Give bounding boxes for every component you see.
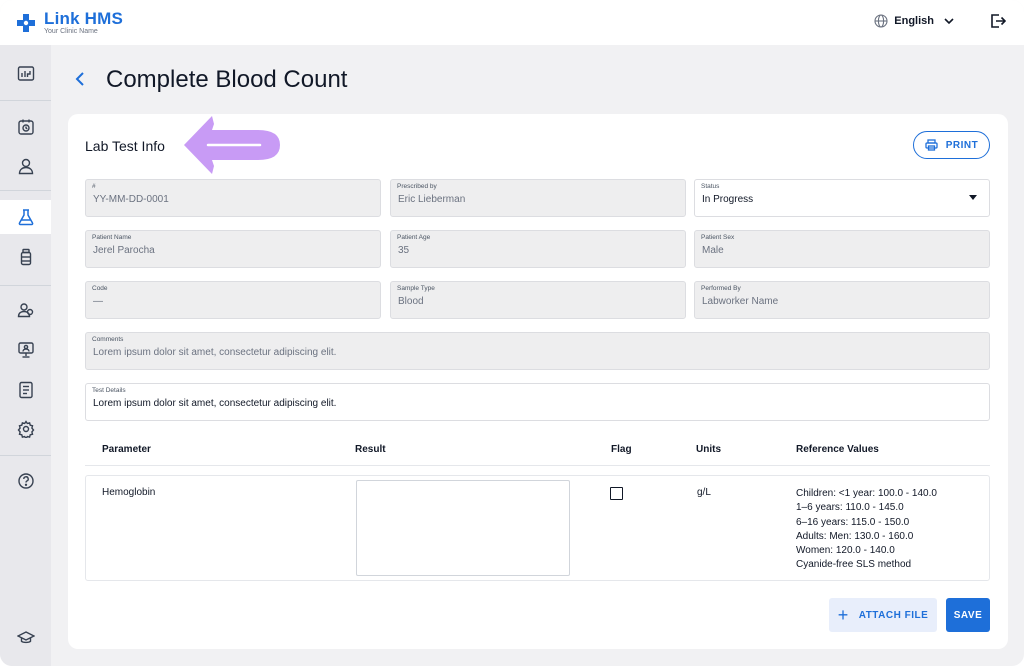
medical-cross-icon	[16, 13, 36, 33]
attach-file-button[interactable]: + ATTACH FILE	[829, 598, 937, 632]
lab-flask-icon[interactable]	[0, 200, 51, 234]
chevron-down-icon	[944, 17, 954, 25]
help-icon[interactable]	[0, 464, 51, 498]
comments-field: Comments Lorem ipsum dolor sit amet, con…	[85, 332, 990, 370]
plus-icon: +	[837, 605, 849, 625]
prescribed-by-value: Eric Lieberman	[398, 194, 466, 205]
parameter-cell: Hemoglobin	[102, 487, 156, 498]
patient-age-value: 35	[398, 245, 410, 256]
sample-type-field: Sample Type Blood	[390, 281, 686, 319]
logout-icon[interactable]	[990, 13, 1006, 29]
sample-type-label: Sample Type	[397, 285, 435, 292]
performed-by-field: Performed By Labworker Name	[694, 281, 990, 319]
patient-icon[interactable]	[0, 149, 51, 183]
academy-icon[interactable]	[0, 621, 51, 655]
lab-test-card: Lab Test Info PRINT # YY-MM-DD-0001 Pres…	[68, 114, 1008, 649]
back-chevron-icon[interactable]	[72, 70, 88, 88]
patient-name-label: Patient Name	[92, 234, 132, 241]
reference-line: Women: 120.0 - 140.0	[796, 545, 895, 557]
units-cell: g/L	[697, 487, 711, 498]
test-number-field: # YY-MM-DD-0001	[85, 179, 381, 217]
test-number-label: #	[92, 183, 96, 190]
comments-label: Comments	[92, 336, 124, 343]
sidebar	[0, 45, 51, 666]
code-value: —	[93, 296, 103, 307]
printer-icon	[925, 139, 938, 151]
patient-sex-field: Patient Sex Male	[694, 230, 990, 268]
print-button[interactable]: PRINT	[913, 131, 990, 159]
code-label: Code	[92, 285, 108, 292]
status-select[interactable]: Status In Progress	[694, 179, 990, 217]
test-details-value: Lorem ipsum dolor sit amet, consectetur …	[93, 398, 337, 409]
result-input[interactable]	[356, 480, 570, 576]
patient-name-value: Jerel Parocha	[93, 245, 155, 256]
patient-age-label: Patient Age	[397, 234, 431, 241]
prescribed-by-field: Prescribed by Eric Lieberman	[390, 179, 686, 217]
app-window: Link HMS Your Clinic Name English Comple…	[0, 0, 1024, 666]
prescribed-by-label: Prescribed by	[397, 183, 437, 190]
brand-name: Link HMS	[44, 9, 124, 28]
patient-name-field: Patient Name Jerel Parocha	[85, 230, 381, 268]
column-header-flag: Flag	[611, 444, 632, 455]
top-bar: Link HMS Your Clinic Name English	[0, 0, 1024, 45]
flag-checkbox[interactable]	[610, 487, 623, 500]
test-details-input[interactable]: Test Details Lorem ipsum dolor sit amet,…	[85, 383, 990, 421]
dropdown-caret-icon	[969, 195, 977, 200]
table-row: Hemoglobin g/L Children: <1 year: 100.0 …	[85, 475, 990, 581]
column-header-units: Units	[696, 444, 721, 455]
attach-file-label: ATTACH FILE	[858, 609, 929, 621]
save-button[interactable]: SAVE	[946, 598, 990, 632]
comments-value: Lorem ipsum dolor sit amet, consectetur …	[93, 347, 337, 358]
monitor-icon[interactable]	[0, 333, 51, 367]
language-label: English	[894, 15, 934, 27]
test-number-value: YY-MM-DD-0001	[93, 194, 169, 205]
page-title: Complete Blood Count	[106, 66, 348, 93]
appointments-icon[interactable]	[0, 110, 51, 144]
globe-icon	[874, 14, 888, 28]
performed-by-value: Labworker Name	[702, 296, 779, 307]
results-table-header: Parameter Result Flag Units Reference Va…	[85, 434, 990, 466]
staff-icon[interactable]	[0, 293, 51, 327]
brand-logo[interactable]: Link HMS Your Clinic Name	[16, 10, 123, 36]
annotation-arrow-icon	[182, 114, 282, 183]
patient-sex-value: Male	[702, 245, 724, 256]
reference-line: 6–16 years: 115.0 - 150.0	[796, 516, 910, 528]
status-label: Status	[701, 183, 720, 190]
test-details-label: Test Details	[92, 387, 126, 394]
patient-sex-label: Patient Sex	[701, 234, 735, 241]
sample-type-value: Blood	[398, 296, 424, 307]
settings-icon[interactable]	[0, 412, 51, 446]
patient-age-field: Patient Age 35	[390, 230, 686, 268]
reports-icon[interactable]	[0, 373, 51, 407]
reference-line: 1–6 years: 110.0 - 145.0	[796, 502, 904, 514]
reference-line: Children: <1 year: 100.0 - 140.0	[796, 488, 937, 499]
dashboard-icon[interactable]	[0, 57, 51, 91]
pharmacy-bottle-icon[interactable]	[0, 240, 51, 274]
reference-values-cell: Children: <1 year: 100.0 - 140.0 1–6 yea…	[796, 487, 937, 573]
performed-by-label: Performed By	[701, 285, 741, 292]
brand-subtitle: Your Clinic Name	[44, 28, 98, 35]
print-label: PRINT	[945, 139, 979, 151]
reference-line: Adults: Men: 130.0 - 160.0	[796, 530, 914, 542]
reference-line: Cyanide-free SLS method	[796, 559, 912, 571]
status-value: In Progress	[702, 194, 754, 205]
column-header-result: Result	[355, 444, 386, 455]
column-header-reference: Reference Values	[796, 444, 879, 455]
code-field: Code —	[85, 281, 381, 319]
section-title: Lab Test Info	[85, 138, 165, 154]
language-selector[interactable]: English	[874, 14, 954, 28]
column-header-parameter: Parameter	[102, 444, 151, 455]
